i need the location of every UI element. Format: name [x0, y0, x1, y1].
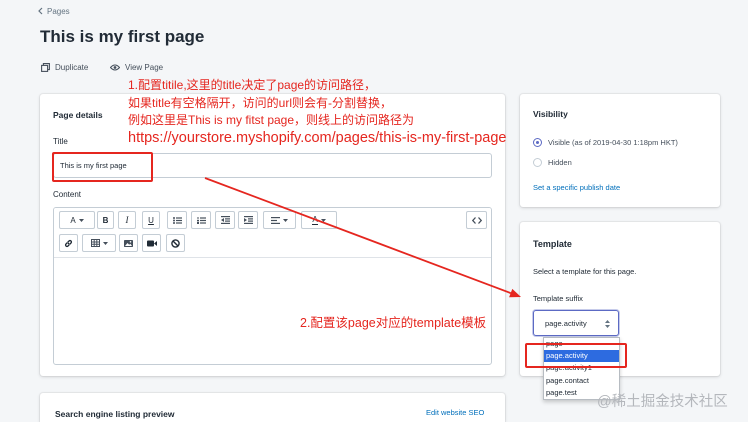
content-label: Content — [53, 190, 82, 199]
template-description: Select a template for this page. — [533, 267, 637, 276]
clear-formatting-icon — [171, 238, 180, 248]
breadcrumb[interactable]: Pages — [38, 6, 70, 16]
numbered-list-icon — [196, 216, 206, 224]
select-arrows-icon — [605, 320, 610, 328]
template-suffix-select[interactable]: page.activity — [533, 310, 619, 336]
underline-label: U — [148, 215, 154, 225]
insert-video-button[interactable] — [142, 234, 161, 252]
outdent-button[interactable] — [215, 211, 235, 229]
italic-label: I — [125, 215, 129, 225]
watermark: @稀土掘金技术社区 — [597, 394, 728, 410]
chevron-down-icon — [78, 218, 84, 222]
insert-image-button[interactable] — [119, 234, 138, 252]
underline-button[interactable]: U — [142, 211, 160, 229]
visibility-heading: Visibility — [533, 109, 568, 119]
annotation-url-line: https://yourstore.myshopify.com/pages/th… — [128, 129, 507, 146]
chevron-left-icon — [38, 7, 43, 15]
rich-text-editor: A B I U A — [53, 207, 492, 365]
chevron-down-icon — [320, 218, 326, 222]
html-view-button[interactable] — [466, 211, 487, 229]
title-label: Title — [53, 137, 68, 146]
chevron-down-icon — [283, 218, 288, 222]
visibility-option-hidden[interactable]: Hidden — [533, 157, 572, 167]
annotation-line: 如果title有空格隔开，访问的url则会有-分割替换， — [128, 95, 393, 110]
indent-icon — [243, 216, 253, 224]
set-publish-date-link[interactable]: Set a specific publish date — [533, 183, 620, 193]
visibility-option-label: Visible (as of 2019-04-30 1:18pm HKT) — [548, 137, 678, 147]
chevron-down-icon — [102, 241, 108, 245]
table-icon — [90, 239, 100, 247]
radio-button[interactable] — [533, 157, 542, 167]
bold-label: B — [102, 215, 109, 225]
outdent-icon — [220, 216, 230, 224]
font-size-button[interactable]: A — [59, 211, 95, 229]
template-suffix-value: page.activity — [545, 318, 587, 328]
template-heading: Template — [533, 239, 572, 249]
align-button[interactable] — [263, 211, 296, 229]
insert-table-button[interactable] — [82, 234, 116, 252]
shopify-page-editor: Pages This is my first page Duplicate Vi… — [0, 0, 748, 422]
code-icon — [471, 216, 482, 224]
editor-content-area[interactable] — [54, 258, 491, 364]
view-page-label: View Page — [125, 62, 164, 72]
visibility-option-label: Hidden — [548, 157, 572, 167]
duplicate-label: Duplicate — [55, 62, 89, 72]
annotation-highlight-title — [52, 152, 153, 182]
indent-button[interactable] — [238, 211, 258, 229]
breadcrumb-label: Pages — [47, 6, 70, 16]
eye-icon — [110, 63, 120, 71]
link-icon — [64, 239, 73, 247]
dropdown-option[interactable]: page.contact — [544, 375, 619, 387]
bulleted-list-button[interactable] — [167, 211, 187, 229]
font-size-label: A — [70, 215, 76, 225]
annotation-line: 例如这里是This is my fitst page，则线上的访问路径为 — [128, 113, 415, 127]
text-color-label: A — [312, 214, 318, 225]
duplicate-button[interactable]: Duplicate — [41, 62, 88, 72]
radio-button[interactable] — [533, 137, 542, 147]
seo-preview-card: Search engine listing preview Edit websi… — [40, 393, 505, 422]
annotation-line: 1.配置titile,这里的title决定了page的访问路径， — [128, 78, 377, 92]
annotation-highlight-option — [525, 343, 627, 368]
text-color-button[interactable]: A — [301, 211, 337, 229]
template-suffix-label: Template suffix — [533, 294, 583, 303]
page-details-heading: Page details — [53, 110, 103, 120]
clear-formatting-button[interactable] — [166, 234, 185, 252]
bold-button[interactable]: B — [97, 211, 114, 229]
insert-link-button[interactable] — [59, 234, 78, 252]
image-icon — [124, 239, 133, 247]
editor-toolbar: A B I U A — [54, 208, 491, 258]
visibility-option-visible[interactable]: Visible (as of 2019-04-30 1:18pm HKT) — [533, 137, 678, 147]
visibility-card: Visibility Visible (as of 2019-04-30 1:1… — [520, 94, 720, 207]
annotation-note-template: 2.配置该page对应的template模板 — [300, 316, 487, 330]
align-left-icon — [271, 216, 280, 224]
duplicate-icon — [41, 62, 50, 72]
edit-website-seo-link[interactable]: Edit website SEO — [426, 408, 484, 418]
video-icon — [146, 240, 157, 246]
view-page-button[interactable]: View Page — [110, 62, 163, 72]
numbered-list-button[interactable] — [191, 211, 211, 229]
bulleted-list-icon — [172, 216, 182, 224]
seo-heading: Search engine listing preview — [55, 409, 175, 419]
italic-button[interactable]: I — [118, 211, 136, 229]
annotation-note-title: 1.配置titile,这里的title决定了page的访问路径， 如果title… — [128, 77, 506, 147]
page-title: This is my first page — [40, 27, 205, 46]
